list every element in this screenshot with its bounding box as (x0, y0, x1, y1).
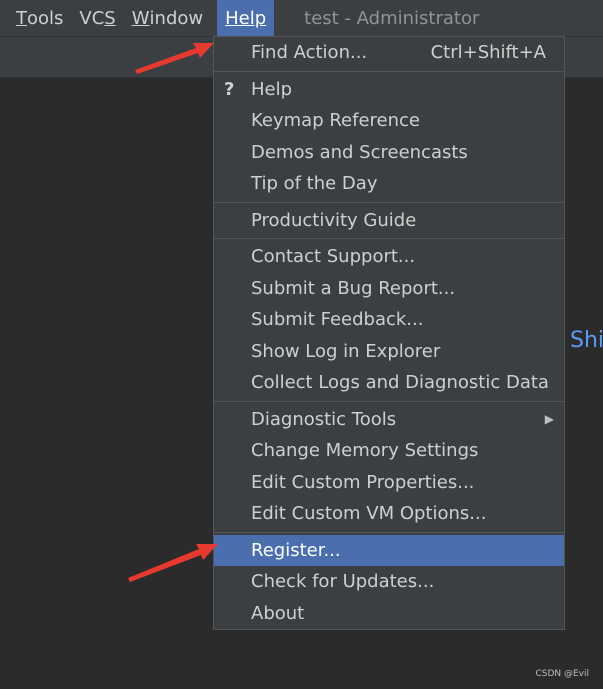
watermark: CSDN @Evil (535, 669, 589, 679)
red-arrow-annotation (128, 43, 218, 582)
red-arrow-annotation-register (128, 544, 218, 582)
red-arrow-annotation-find-action (135, 43, 214, 74)
